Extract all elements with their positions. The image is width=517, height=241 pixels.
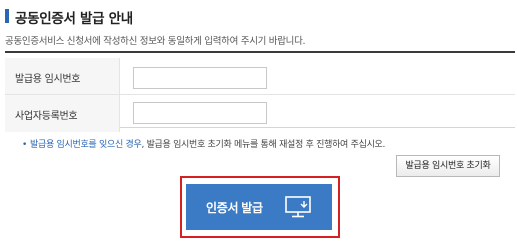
page-description: 공동인증서비스 신청서에 작성하신 정보와 동일하게 입력하여 주시기 바랍니다… <box>5 36 306 47</box>
bullet-icon: • <box>22 140 28 150</box>
forgot-temp-number-link[interactable]: 발급용 임시번호를 잊으신 경우 <box>30 140 142 150</box>
cert-form: 발급용 임시번호 사업자등록번호 <box>5 51 515 132</box>
label-cell: 발급용 임시번호 <box>5 58 120 94</box>
form-row-business-number: 사업자등록번호 <box>5 95 515 132</box>
monitor-icon <box>285 196 311 218</box>
title-accent-bar <box>5 9 9 23</box>
business-number-label: 사업자등록번호 <box>15 111 78 122</box>
issue-button-label: 인증서 발급 <box>206 201 263 215</box>
temp-number-label: 발급용 임시번호 <box>15 74 81 85</box>
business-number-input[interactable] <box>133 102 267 124</box>
temp-number-input[interactable] <box>133 67 267 89</box>
reset-temp-number-button[interactable]: 발급용 임시번호 초기화 <box>396 155 500 177</box>
issue-certificate-button[interactable]: 인증서 발급 <box>186 184 332 230</box>
page-title: 공동인증서 발급 안내 <box>15 11 133 27</box>
form-row-temp-number: 발급용 임시번호 <box>5 58 515 95</box>
note-text: , 발급용 임시번호 초기화 메뉴를 통해 재설정 후 진행하여 주십시오. <box>141 140 386 150</box>
help-note: • 발급용 임시번호를 잊으신 경우, 발급용 임시번호 초기화 메뉴를 통해 재… <box>22 137 385 150</box>
label-cell: 사업자등록번호 <box>5 95 120 132</box>
